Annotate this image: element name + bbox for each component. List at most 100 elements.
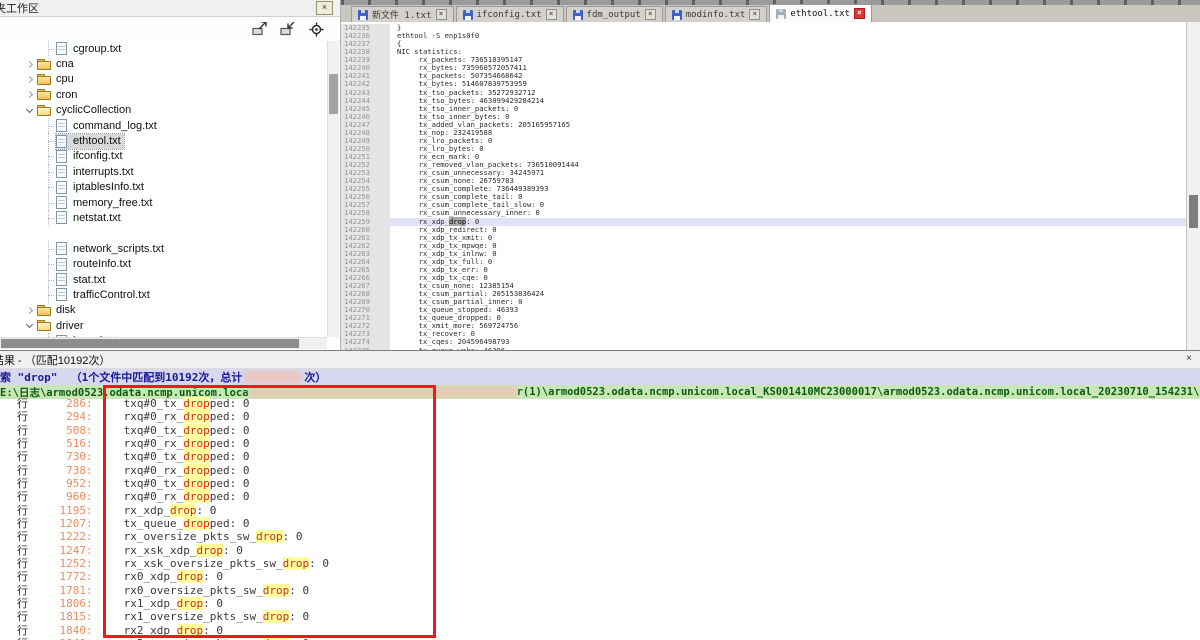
editor-tab[interactable]: fdm_output × bbox=[566, 6, 663, 22]
tree-item-body[interactable]: ethtool.txt bbox=[56, 134, 124, 149]
tree-item-body[interactable]: cyclicCollection bbox=[37, 103, 134, 117]
search-result-row[interactable]: 行 730 : txq#0_tx_dropped: 0 bbox=[0, 450, 1200, 463]
search-result-row[interactable]: 行 1781 : rx0_oversize_pkts_sw_drop: 0 bbox=[0, 584, 1200, 597]
search-result-row[interactable]: 行 516 : rxq#0_rx_dropped: 0 bbox=[0, 437, 1200, 450]
tree-item[interactable]: disk bbox=[0, 303, 327, 318]
tree-hscroll-thumb[interactable] bbox=[1, 339, 299, 348]
result-line-number: 1195 bbox=[28, 504, 86, 517]
editor-line[interactable]: 142236 ethtool -S enp1s0f0 bbox=[341, 32, 1187, 40]
result-rows: 行 286 : txq#0_tx_dropped: 0 行 294 : rxq#… bbox=[0, 397, 1200, 640]
tree-item-body[interactable]: interrupts.txt bbox=[56, 164, 137, 179]
tree-item[interactable]: routeInfo.txt bbox=[0, 256, 327, 271]
tree-item[interactable]: interrupts.txt bbox=[0, 164, 327, 179]
tree-item-body[interactable]: cgroup.txt bbox=[56, 41, 124, 56]
tree-item[interactable]: command_log.txt bbox=[0, 118, 327, 133]
tree-expand-icon[interactable] bbox=[23, 304, 37, 317]
tree-item-body[interactable]: command_log.txt bbox=[56, 118, 160, 133]
search-result-row[interactable]: 行 1840 : rx2_xdp_drop: 0 bbox=[0, 624, 1200, 637]
floppy-disk-icon bbox=[358, 10, 368, 20]
tree-horizontal-scrollbar[interactable] bbox=[0, 337, 327, 349]
file-icon bbox=[56, 135, 67, 148]
tree-expand-icon[interactable] bbox=[23, 319, 37, 332]
tree-item[interactable]: iptablesInfo.txt bbox=[0, 180, 327, 195]
tree-item-body[interactable]: ifconfig.txt bbox=[56, 149, 126, 164]
file-tree: cgroup.txt cna cpu cron cyclicCollection bbox=[0, 41, 327, 337]
tree-item-body[interactable]: memory_free.txt bbox=[56, 195, 155, 210]
tree-item-body[interactable]: cpu bbox=[37, 72, 77, 86]
editor-vertical-scrollbar[interactable] bbox=[1186, 22, 1200, 350]
tree-item[interactable]: trafficControl.txt bbox=[0, 287, 327, 302]
tree-expand-icon[interactable] bbox=[23, 73, 37, 86]
tree-vscroll-thumb[interactable] bbox=[329, 74, 338, 114]
tree-item[interactable]: ifconfig.txt bbox=[0, 149, 327, 164]
search-summary-line[interactable]: 索 "drop" （1个文件中匹配到10192次，总计 次） bbox=[0, 369, 1200, 385]
editor-tab[interactable]: modinfo.txt × bbox=[665, 6, 768, 22]
expand-all-icon[interactable] bbox=[252, 22, 268, 36]
tree-item-body[interactable]: cron bbox=[37, 88, 80, 102]
tree-item-body[interactable]: driver bbox=[37, 319, 87, 333]
search-result-row[interactable]: 行 960 : rxq#0_rx_dropped: 0 bbox=[0, 490, 1200, 503]
search-result-row[interactable]: 行 1806 : rx1_xdp_drop: 0 bbox=[0, 597, 1200, 610]
tree-item[interactable]: cron bbox=[0, 87, 327, 102]
tree-vertical-scrollbar[interactable] bbox=[327, 41, 339, 337]
tree-expand-icon[interactable] bbox=[23, 88, 37, 101]
tree-item-body[interactable]: disk bbox=[37, 303, 79, 317]
tree-item-body[interactable]: stat.txt bbox=[56, 272, 108, 287]
tree-item[interactable]: stat.txt bbox=[0, 272, 327, 287]
tree-item[interactable]: ethtool.txt bbox=[0, 133, 327, 148]
folder-icon bbox=[37, 59, 51, 70]
tab-close-icon[interactable]: × bbox=[854, 8, 865, 19]
editor-tab[interactable]: ethtool.txt × bbox=[769, 4, 872, 22]
tree-item[interactable]: cpu bbox=[0, 72, 327, 87]
search-result-row[interactable]: 行 1772 : rx0_xdp_drop: 0 bbox=[0, 570, 1200, 583]
file-icon bbox=[56, 150, 67, 163]
search-result-row[interactable]: 行 508 : txq#0_tx_dropped: 0 bbox=[0, 424, 1200, 437]
tree-item[interactable]: cyclicCollection bbox=[0, 103, 327, 118]
result-line-text: rxq#0_rx_dropped: 0 bbox=[124, 410, 250, 423]
search-result-row[interactable]: 行 738 : rxq#0_rx_dropped: 0 bbox=[0, 464, 1200, 477]
match-highlight: drop bbox=[183, 397, 210, 410]
tree-item-body[interactable]: network_scripts.txt bbox=[56, 241, 167, 256]
result-line-number: 1840 bbox=[28, 624, 86, 637]
editor-tab[interactable]: 新文件 1.txt × bbox=[351, 6, 454, 22]
editor-text-view[interactable]: 142235 } 142236 ethtool -S enp1s0f0 1422… bbox=[341, 22, 1187, 350]
tree-item[interactable]: network_scripts.txt bbox=[0, 241, 327, 256]
locate-current-file-icon[interactable] bbox=[308, 22, 324, 36]
search-result-row[interactable]: 行 1207 : tx_queue_dropped: 0 bbox=[0, 517, 1200, 530]
collapse-all-icon[interactable] bbox=[280, 22, 296, 36]
search-result-row[interactable]: 行 1222 : rx_oversize_pkts_sw_drop: 0 bbox=[0, 530, 1200, 543]
tree-item[interactable]: memory_free.txt bbox=[0, 195, 327, 210]
file-icon bbox=[56, 196, 67, 209]
tree-item[interactable]: cna bbox=[0, 56, 327, 71]
tree-item[interactable]: cgroup.txt bbox=[0, 41, 327, 56]
tab-close-icon[interactable]: × bbox=[546, 9, 557, 20]
tree-item-body[interactable]: cna bbox=[37, 57, 77, 71]
tab-close-icon[interactable]: × bbox=[645, 9, 656, 20]
workspace-close-button[interactable]: × bbox=[316, 1, 333, 15]
search-result-row[interactable]: 行 286 : txq#0_tx_dropped: 0 bbox=[0, 397, 1200, 410]
tree-item-body[interactable]: iptablesInfo.txt bbox=[56, 180, 147, 195]
tree-expand-icon[interactable] bbox=[23, 104, 37, 117]
results-close-icon[interactable]: × bbox=[1183, 353, 1195, 365]
tab-close-icon[interactable]: × bbox=[436, 9, 447, 20]
result-line-number-colon: : bbox=[86, 490, 93, 503]
search-result-row[interactable]: 行 1195 : rx_xdp_drop: 0 bbox=[0, 504, 1200, 517]
tab-close-icon[interactable]: × bbox=[749, 9, 760, 20]
tree-expand-icon[interactable] bbox=[23, 58, 37, 71]
editor-tab[interactable]: ifconfig.txt × bbox=[456, 6, 564, 22]
search-result-row[interactable]: 行 1252 : rx_xsk_oversize_pkts_sw_drop: 0 bbox=[0, 557, 1200, 570]
tree-item[interactable]: driver bbox=[0, 318, 327, 333]
search-result-row[interactable]: 行 294 : rxq#0_rx_dropped: 0 bbox=[0, 410, 1200, 423]
tree-item-body[interactable]: routeInfo.txt bbox=[56, 257, 134, 272]
editor-line[interactable]: 142237 { bbox=[341, 40, 1187, 48]
search-result-row[interactable]: 行 1247 : rx_xsk_xdp_drop: 0 bbox=[0, 544, 1200, 557]
file-icon bbox=[56, 181, 67, 194]
search-result-row[interactable]: 行 1815 : rx1_oversize_pkts_sw_drop: 0 bbox=[0, 610, 1200, 623]
tree-item-body[interactable]: trafficControl.txt bbox=[56, 287, 153, 302]
tree-item-body[interactable]: netstat.txt bbox=[56, 210, 124, 225]
editor-vscroll-thumb[interactable] bbox=[1189, 195, 1198, 228]
search-result-row[interactable]: 行 952 : txq#0_tx_dropped: 0 bbox=[0, 477, 1200, 490]
result-line-prefix: 行 bbox=[0, 610, 28, 623]
workspace-panel: 夹工作区 × cgroup.txt cna bbox=[0, 0, 341, 350]
tree-item[interactable]: netstat.txt bbox=[0, 210, 327, 225]
